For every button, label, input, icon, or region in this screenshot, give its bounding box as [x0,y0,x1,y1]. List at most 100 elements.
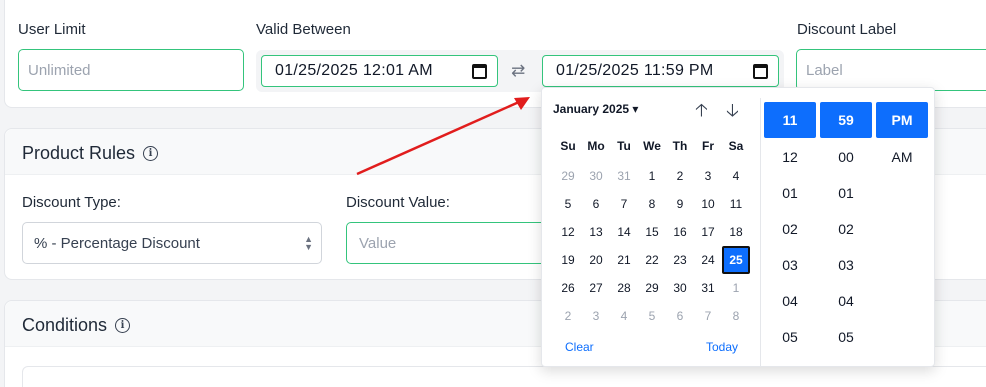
calendar-day[interactable]: 4 [722,162,750,190]
calendar-day[interactable]: 31 [694,274,722,302]
calendar-day[interactable]: 7 [694,302,722,330]
minute-option[interactable]: 02 [820,221,872,237]
hour-option[interactable]: 05 [764,329,816,345]
product-rules-title: Product Rules i [22,143,159,164]
calendar-day[interactable]: 2 [666,162,694,190]
calendar-day[interactable]: 3 [694,162,722,190]
calendar-day[interactable]: 3 [582,302,610,330]
calendar-day[interactable]: 17 [694,218,722,246]
ampm-selected[interactable]: PM [876,102,928,138]
calendar-day[interactable]: 30 [582,162,610,190]
calendar-day[interactable]: 6 [666,302,694,330]
caret-down-icon: ▾ [632,102,639,116]
hour-option[interactable]: 03 [764,257,816,273]
info-icon[interactable]: i [143,146,159,161]
calendar-day[interactable]: 8 [722,302,750,330]
calendar-day[interactable]: 29 [554,162,582,190]
calendar-day[interactable]: 8 [638,190,666,218]
ampm-option[interactable]: AM [876,149,928,165]
calendar-day[interactable]: 19 [554,246,582,274]
user-limit-label: User Limit [18,21,86,38]
calendar-day[interactable]: 22 [638,246,666,274]
hour-selected[interactable]: 11 [764,102,816,138]
weekday-header: Fr [702,139,714,153]
weekday-header: Mo [587,139,605,153]
discount-value-input[interactable]: Value [346,222,556,264]
weekday-header: Th [672,139,688,153]
weekday-header: We [643,139,661,153]
month-selector[interactable]: January 2025 ▾ [553,102,638,116]
calendar-day[interactable]: 5 [554,190,582,218]
info-icon[interactable]: i [115,318,131,333]
conditions-title: Conditions i [22,315,131,336]
arrow-down-icon[interactable]: 🡣 [726,98,739,128]
start-datetime-input[interactable]: 01/25/2025 12:01 AM [261,55,498,87]
calendar-day[interactable]: 28 [610,274,638,302]
calendar-day[interactable]: 13 [582,218,610,246]
arrow-up-icon[interactable]: 🡡 [695,98,708,128]
calendar-day[interactable]: 12 [554,218,582,246]
weekday-header: Sa [728,139,744,153]
calendar-day[interactable]: 15 [638,218,666,246]
calendar-day[interactable]: 30 [666,274,694,302]
calendar-day[interactable]: 1 [722,274,750,302]
hour-option[interactable]: 12 [764,149,816,165]
hour-option[interactable]: 02 [764,221,816,237]
calendar-panel: January 2025 ▾ 🡡 🡣 Su Mo Tu We Th Fr Sa 29 30 31… [542,88,760,368]
calendar-day[interactable]: 11 [722,190,750,218]
minute-option[interactable]: 05 [820,329,872,345]
calendar-day[interactable]: 16 [666,218,694,246]
minute-selected[interactable]: 59 [820,102,872,138]
swap-arrows-icon: ⇄ [511,61,526,80]
minute-option[interactable]: 01 [820,185,872,201]
minute-option[interactable]: 03 [820,257,872,273]
weekday-header: Tu [617,139,631,153]
end-datetime-value: 01/25/2025 11:59 PM [556,62,714,79]
calendar-day[interactable]: 20 [582,246,610,274]
calendar-day[interactable]: 29 [638,274,666,302]
calendar-day[interactable]: 14 [610,218,638,246]
today-button[interactable]: Today [706,340,738,354]
calendar-day[interactable]: 10 [694,190,722,218]
calendar-day[interactable]: 1 [638,162,666,190]
discount-label-input[interactable]: Label [796,49,986,91]
calendar-day[interactable]: 21 [610,246,638,274]
minute-option[interactable]: 00 [820,149,872,165]
calendar-day[interactable]: 9 [666,190,694,218]
calendar-icon[interactable] [472,64,487,79]
month-label: January 2025 [553,102,630,116]
weekday-header: Su [560,139,576,153]
calendar-day[interactable]: 26 [554,274,582,302]
discount-type-label: Discount Type: [22,194,121,211]
conditions-body [22,366,986,387]
calendar-day[interactable]: 18 [722,218,750,246]
hour-option[interactable]: 04 [764,293,816,309]
valid-between-label: Valid Between [256,21,351,38]
calendar-day[interactable]: 6 [582,190,610,218]
end-datetime-input[interactable]: 01/25/2025 11:59 PM [542,55,779,87]
selected-day[interactable]: 25 [722,246,750,274]
calendar-icon[interactable] [753,64,768,79]
calendar-day[interactable]: 5 [638,302,666,330]
calendar-day[interactable]: 4 [610,302,638,330]
product-rules-title-text: Product Rules [22,143,136,163]
user-limit-input[interactable]: Unlimited [18,49,244,91]
calendar-day[interactable]: 27 [582,274,610,302]
minute-option[interactable]: 04 [820,293,872,309]
hour-option[interactable]: 01 [764,185,816,201]
picker-divider [760,98,761,366]
calendar-day[interactable]: 24 [694,246,722,274]
conditions-title-text: Conditions [22,315,108,335]
calendar-day[interactable]: 7 [610,190,638,218]
discount-type-select[interactable]: % - Percentage Discount ▲ ▼ [22,222,322,264]
calendar-day[interactable]: 23 [666,246,694,274]
discount-type-value: % - Percentage Discount [34,234,200,252]
start-datetime-value: 01/25/2025 12:01 AM [275,62,433,79]
discount-label-label: Discount Label [797,21,897,38]
clear-button[interactable]: Clear [565,340,594,354]
datetime-picker: January 2025 ▾ 🡡 🡣 Su Mo Tu We Th Fr Sa 29 30 31… [541,87,935,367]
discount-value-label: Discount Value: [346,194,450,211]
calendar-day[interactable]: 31 [610,162,638,190]
select-chevrons-icon: ▲ ▼ [304,234,313,252]
calendar-day[interactable]: 2 [554,302,582,330]
